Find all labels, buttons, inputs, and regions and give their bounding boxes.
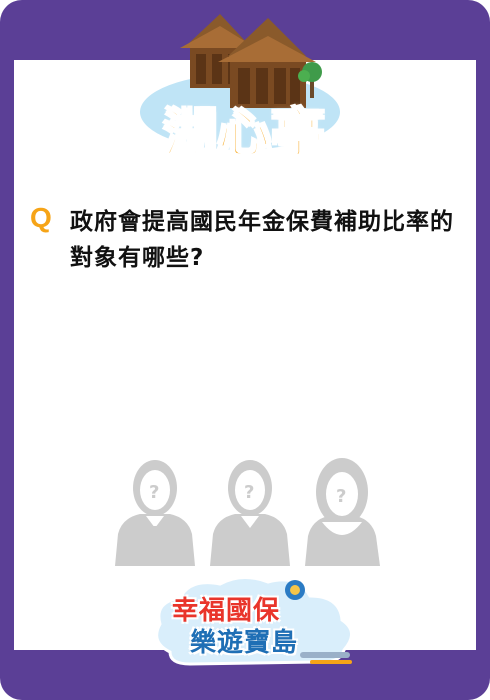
logo-line-2: 樂遊寶島 <box>190 628 299 658</box>
svg-text:?: ? <box>336 486 346 507</box>
anonymous-people-icon: ? ? ? <box>115 458 380 566</box>
svg-text:?: ? <box>244 482 254 503</box>
svg-text:?: ? <box>149 482 159 503</box>
question-marker: Q <box>30 202 52 233</box>
question-text: 政府會提高國民年金保費補助比率的對象有哪些? <box>70 209 454 271</box>
event-logo: 幸福國保 樂遊寶島 <box>150 572 360 672</box>
question-card: 湖心亭 Q 政府會提高國民年金保費補助比率的對象有哪些? ? ? ? 幸福國保 … <box>0 0 490 700</box>
location-title: 湖心亭 <box>163 104 326 166</box>
